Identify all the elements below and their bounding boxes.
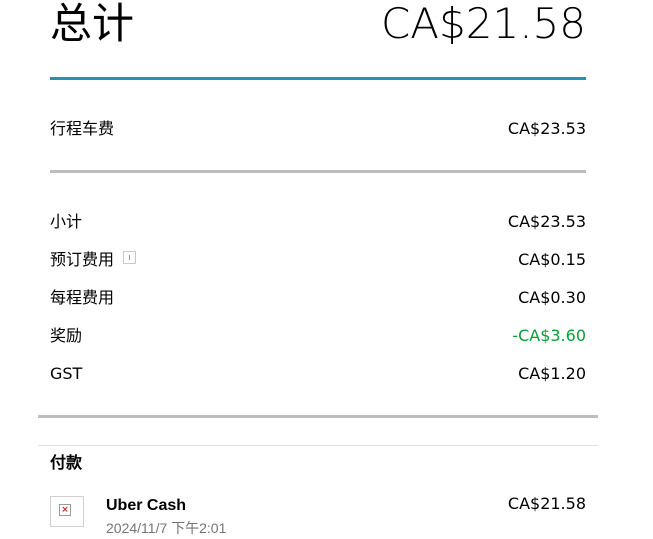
- receipt-page: 总计 CA$21.58 行程车费 CA$23.53 小计 CA$23.53 预订…: [0, 0, 653, 539]
- breakdown-row-booking-fee: 预订费用 CA$0.15: [50, 248, 586, 272]
- breakdown-row-reward: 奖励 -CA$3.60: [50, 324, 586, 348]
- breakdown-row-gst: GST CA$1.20: [50, 362, 586, 386]
- breakdown-value: CA$0.15: [518, 250, 586, 269]
- breakdown-label: GST: [50, 364, 83, 383]
- payment-method-image: ×: [50, 496, 84, 527]
- breakdown-label: 每程费用: [50, 288, 115, 307]
- breakdown-label: 小计: [50, 212, 83, 231]
- section-divider: [38, 445, 598, 446]
- breakdown-row-per-trip-fee: 每程费用 CA$0.30: [50, 286, 586, 310]
- breakdown-label: 预订费用: [50, 250, 115, 269]
- breakdown-value: CA$23.53: [507, 212, 586, 231]
- payments-title: 付款: [50, 453, 83, 472]
- total-divider: [50, 77, 586, 80]
- info-icon[interactable]: [123, 250, 137, 264]
- fare-value: CA$23.53: [507, 119, 586, 138]
- breakdown-label: 奖励: [50, 326, 83, 345]
- payment-method-name: Uber Cash: [106, 497, 187, 514]
- breakdown-divider: [38, 415, 598, 418]
- breakdown-value: CA$0.30: [518, 288, 586, 307]
- payment-amount: CA$21.58: [507, 494, 586, 513]
- breakdown-value: -CA$3.60: [512, 326, 586, 345]
- fare-divider: [50, 170, 586, 173]
- broken-image-icon: ×: [59, 504, 71, 516]
- fare-row: 行程车费 CA$23.53: [50, 117, 586, 141]
- total-label: 总计: [50, 0, 135, 48]
- payment-date: 2024/11/7 下午2:01: [106, 520, 227, 536]
- breakdown-row-subtotal: 小计 CA$23.53: [50, 210, 586, 234]
- fare-label: 行程车费: [50, 119, 115, 138]
- total-value: CA$21.58: [380, 0, 586, 48]
- breakdown-value: CA$1.20: [518, 364, 586, 383]
